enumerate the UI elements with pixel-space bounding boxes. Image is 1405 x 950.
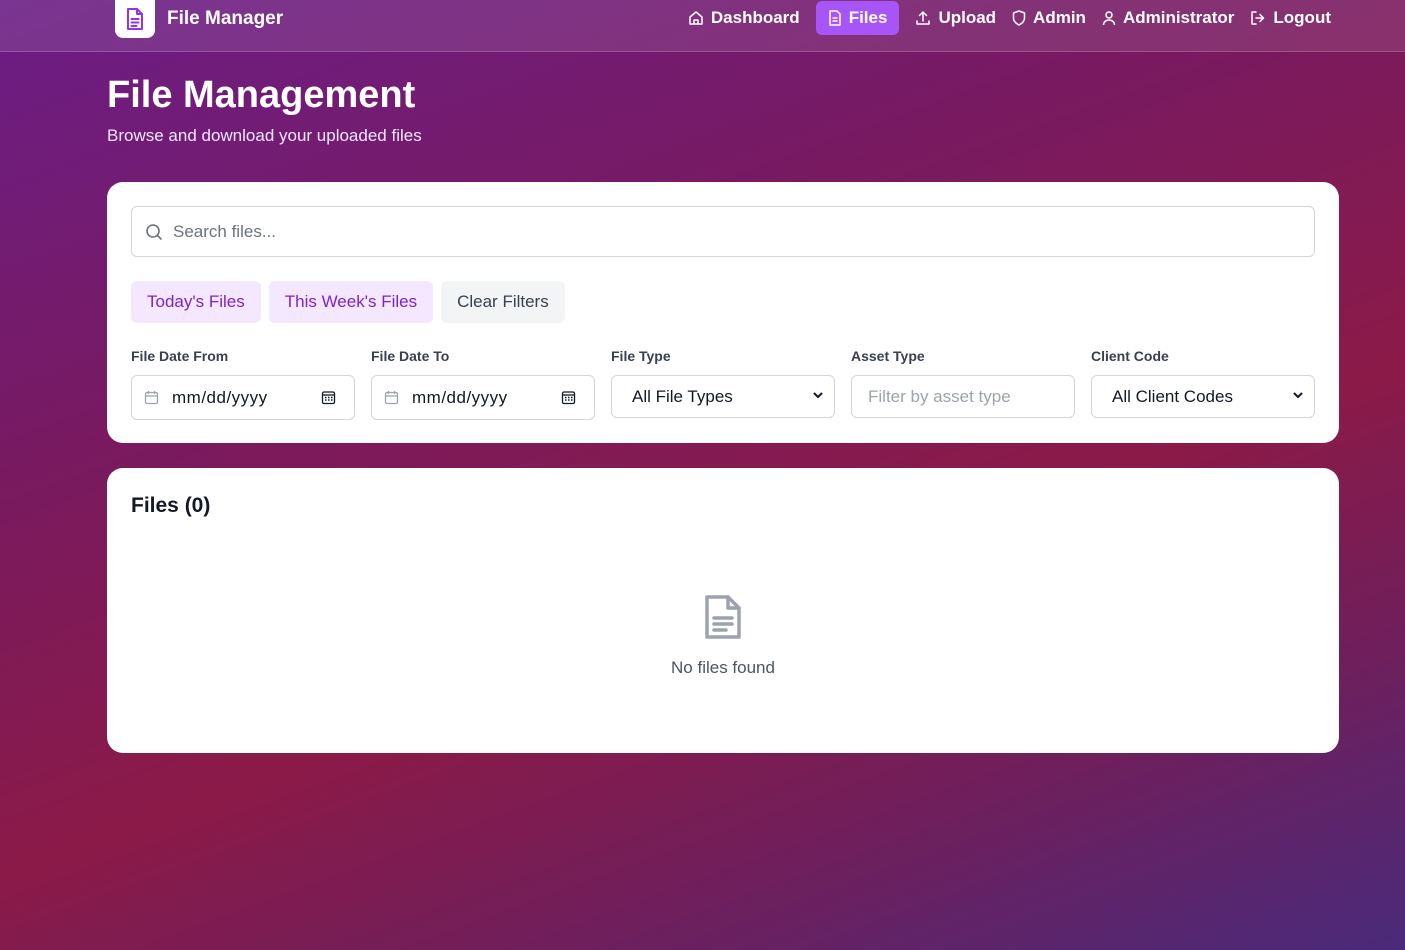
logout-icon — [1251, 11, 1265, 25]
calendar-icon — [384, 391, 399, 405]
nav-user[interactable]: Administrator — [1094, 1, 1242, 35]
todays-files-button[interactable]: Today's Files — [131, 281, 261, 323]
nav-user-label: Administrator — [1122, 8, 1235, 27]
empty-file-icon — [705, 595, 741, 639]
date-picker-icon[interactable] — [321, 390, 336, 405]
calendar-icon — [144, 391, 159, 405]
upload-icon — [916, 11, 931, 25]
file-type-label: File Type — [611, 348, 671, 364]
shield-icon — [1012, 10, 1026, 26]
empty-message: No files found — [671, 658, 775, 677]
client-code-label: Client Code — [1091, 348, 1169, 364]
date-picker-icon[interactable] — [561, 390, 576, 405]
date-to-value: mm/dd/yyyy — [412, 387, 508, 407]
date-from-input[interactable]: mm/dd/yyyy — [131, 375, 355, 420]
nav-logout-label: Logout — [1273, 8, 1331, 27]
chevron-down-icon — [813, 392, 823, 398]
nav-files-label: Files — [848, 8, 888, 27]
nav-dashboard-label: Dashboard — [710, 8, 800, 27]
page-title: File Management — [107, 74, 416, 116]
app-title: File Manager — [167, 8, 284, 29]
date-from-field: File Date From mm/dd/yyyy — [131, 348, 355, 420]
brand[interactable]: File Manager — [115, 0, 283, 38]
home-icon — [689, 11, 703, 25]
quick-filters: Today's Files This Week's Files Clear Fi… — [131, 281, 573, 323]
search-icon — [146, 223, 162, 240]
files-title: Files (0) — [131, 494, 211, 517]
filters-card: Today's Files This Week's Files Clear Fi… — [107, 182, 1339, 443]
nav-admin[interactable]: Admin — [1004, 1, 1094, 35]
client-code-select[interactable]: All Client Codes — [1091, 375, 1315, 418]
date-to-field: File Date To mm/dd/yyyy — [371, 348, 595, 420]
date-from-label: File Date From — [131, 348, 229, 364]
nav-admin-label: Admin — [1033, 8, 1086, 27]
main-nav: Dashboard Files Upload Admin Administrat… — [680, 1, 1339, 35]
asset-type-wrapper[interactable] — [851, 375, 1075, 418]
file-type-value: All File Types — [632, 386, 733, 406]
top-navbar: File Manager Dashboard Files Upload Admi… — [0, 0, 1405, 52]
client-code-value: All Client Codes — [1112, 386, 1233, 406]
page-subtitle: Browse and download your uploaded files — [107, 126, 422, 145]
file-icon — [828, 10, 841, 26]
nav-dashboard[interactable]: Dashboard — [680, 1, 808, 35]
file-logo-icon — [115, 0, 155, 38]
user-icon — [1102, 11, 1116, 26]
this-weeks-files-button[interactable]: This Week's Files — [268, 281, 434, 323]
date-from-value: mm/dd/yyyy — [172, 387, 268, 407]
chevron-down-icon — [1293, 392, 1303, 398]
nav-files[interactable]: Files — [815, 1, 900, 35]
nav-upload-label: Upload — [938, 8, 997, 27]
clear-filters-button[interactable]: Clear Filters — [441, 281, 565, 323]
date-to-input[interactable]: mm/dd/yyyy — [371, 375, 595, 420]
client-code-field: Client Code All Client Codes — [1091, 348, 1315, 418]
asset-type-field: Asset Type — [851, 348, 1075, 418]
date-to-label: File Date To — [371, 348, 450, 364]
asset-type-label: Asset Type — [851, 348, 925, 364]
nav-upload[interactable]: Upload — [907, 1, 1004, 35]
search-field[interactable] — [131, 206, 1315, 257]
file-type-field: File Type All File Types — [611, 348, 835, 418]
files-card: Files (0) No files found — [107, 468, 1339, 753]
search-input[interactable] — [173, 221, 1273, 242]
nav-logout[interactable]: Logout — [1242, 1, 1339, 35]
file-type-select[interactable]: All File Types — [611, 375, 835, 418]
asset-type-input[interactable] — [868, 386, 1058, 407]
